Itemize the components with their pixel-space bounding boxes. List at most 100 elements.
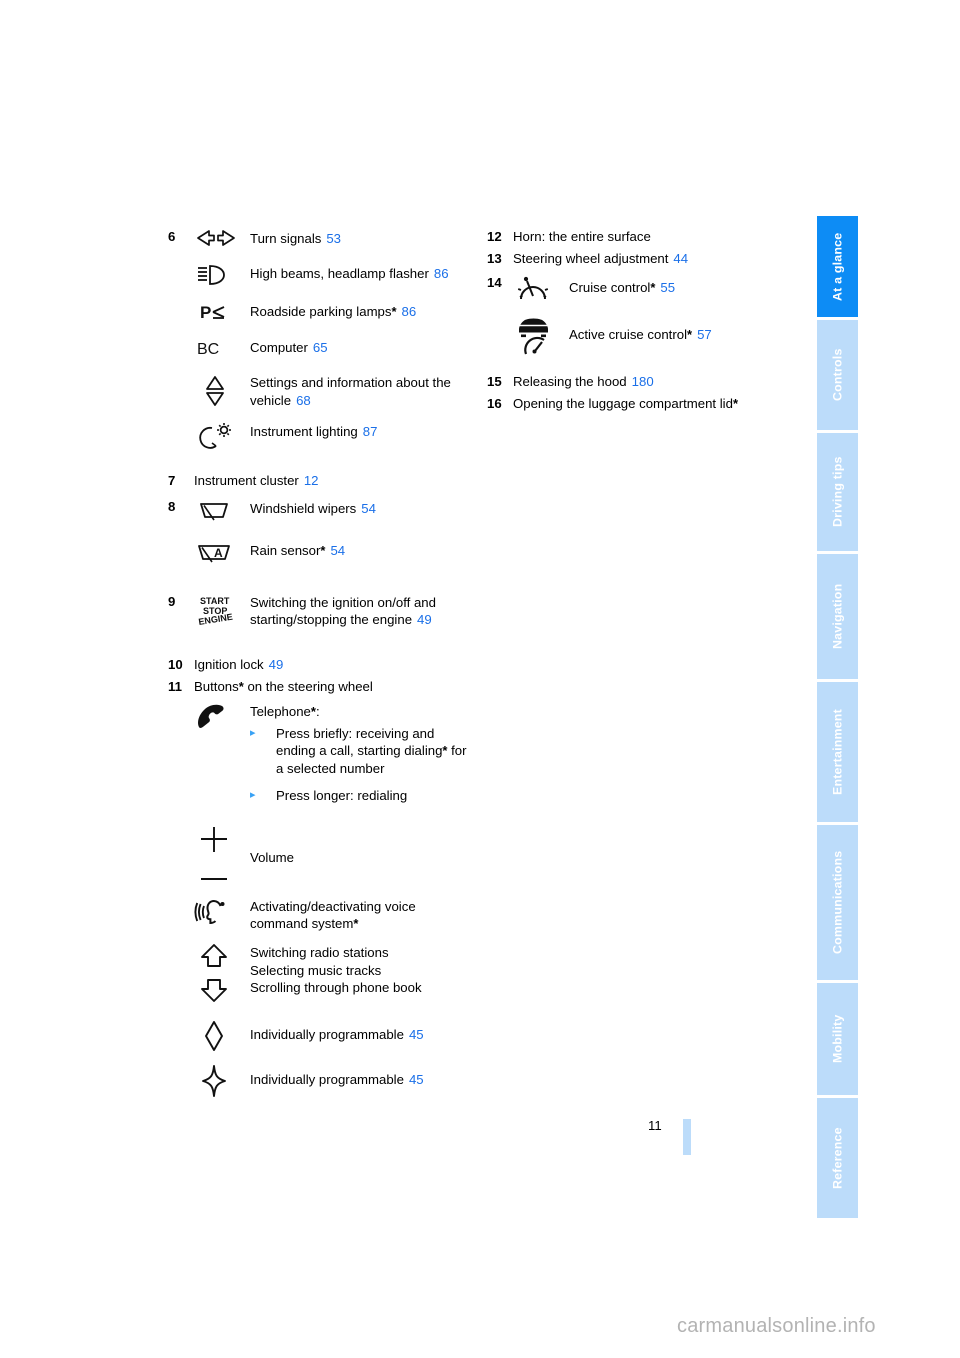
list-item-10: 10 Ignition lock 49: [168, 656, 468, 673]
entry-label: Computer 65: [250, 337, 468, 356]
cruise-control-icon: [513, 274, 569, 305]
page-ref[interactable]: 49: [417, 612, 432, 627]
page-ref[interactable]: 57: [697, 327, 712, 342]
windshield-wipers-icon: [194, 498, 250, 523]
tab-entertainment[interactable]: Entertainment: [817, 682, 858, 822]
list-item-9: 9 START STOP ENGINE Switching the igniti…: [168, 593, 468, 629]
entry-windshield-wipers: Windshield wipers 54: [194, 498, 468, 523]
entry-label: Volume: [250, 849, 294, 865]
label-text: Active cruise control: [569, 326, 687, 342]
label-text: Roadside parking lamps: [250, 304, 392, 320]
entry-label: Windshield wipers 54: [250, 498, 468, 517]
asterisk-mark: *: [320, 542, 326, 558]
entry-line: Selecting music tracks: [250, 962, 382, 978]
up-down-arrows-icon: [194, 944, 250, 1004]
tab-reference[interactable]: Reference: [817, 1098, 858, 1218]
label-tail: on the steering wheel: [243, 679, 373, 695]
tab-communications[interactable]: Communications: [817, 825, 858, 980]
asterisk-mark: *: [650, 279, 656, 295]
label-text: Settings and information about the vehic…: [250, 375, 451, 408]
item-number: 16: [487, 396, 502, 412]
entry-voice-command: Activating/deactivating voice command sy…: [168, 896, 468, 933]
start-stop-engine-icon: START STOP ENGINE: [194, 593, 250, 629]
diamond-icon: [194, 1020, 250, 1052]
settings-arrows-icon: [194, 372, 250, 408]
label-text: Steering wheel adjustment: [513, 251, 669, 267]
item-label: Buttons* on the steering wheel: [194, 678, 468, 695]
page-ref[interactable]: 68: [296, 393, 311, 408]
label-text: Cruise control: [569, 279, 651, 295]
parking-lamps-icon: P: [194, 301, 250, 322]
entry-instrument-lighting: Instrument lighting 87: [194, 421, 468, 449]
entry-start-stop-engine: START STOP ENGINE Switching the ignition…: [194, 593, 468, 629]
tab-controls[interactable]: Controls: [817, 320, 858, 430]
entry-high-beams: High beams, headlamp flasher 86: [194, 263, 468, 286]
tab-navigation[interactable]: Navigation: [817, 554, 858, 679]
page-ref[interactable]: 86: [434, 266, 449, 281]
page-ref[interactable]: 49: [269, 657, 284, 672]
entry-volume: Volume: [168, 825, 468, 887]
item-number: 11: [168, 679, 182, 695]
label-text: Instrument lighting: [250, 424, 358, 440]
tab-driving-tips[interactable]: Driving tips: [817, 433, 858, 551]
right-column: 12 Horn: the entire surface 13 Steering …: [487, 228, 787, 413]
svg-text:A: A: [214, 546, 223, 560]
tab-mobility[interactable]: Mobility: [817, 983, 858, 1095]
entry-line: Switching radio stations: [250, 945, 389, 961]
entry-label: Switching the ignition on/off and starti…: [250, 593, 468, 629]
page-ref[interactable]: 54: [330, 543, 345, 558]
label-text: Computer: [250, 340, 308, 356]
triangle-bullet-icon: ▸: [250, 726, 256, 739]
bullet-text: Press briefly: receiving and ending a ca…: [276, 725, 443, 759]
entry-label: Cruise control* 55: [569, 274, 787, 296]
page-ref[interactable]: 53: [326, 231, 341, 246]
entry-rain-sensor: A Rain sensor* 54: [194, 540, 468, 565]
entry-label: Individually programmable 45: [250, 1065, 468, 1088]
manual-page: 6 Turn signals 53 High beams, headlamp f…: [0, 0, 960, 1358]
item-number: 14: [487, 274, 502, 290]
label-text: Releasing the hood: [513, 373, 627, 389]
page-ref[interactable]: 54: [361, 501, 376, 516]
label-text: Turn signals: [250, 231, 322, 246]
entry-label: Instrument lighting 87: [250, 421, 468, 440]
list-item-6: 6 Turn signals 53 High beams, headlamp f…: [168, 228, 468, 449]
list-item-13: 13 Steering wheel adjustment 44: [487, 250, 787, 267]
rain-sensor-icon: A: [194, 540, 250, 565]
asterisk-mark: *: [687, 326, 693, 342]
entry-label: Roadside parking lamps* 86: [250, 301, 468, 320]
item-label: Instrument cluster 12: [194, 472, 468, 489]
label-text: Individually programmable: [250, 1027, 404, 1043]
page-ref[interactable]: 55: [660, 280, 675, 295]
turn-signals-icon: [194, 228, 250, 247]
entry-cruise-control: Cruise control* 55: [513, 274, 787, 305]
entry-label: Individually programmable 45: [250, 1020, 468, 1043]
computer-bc-icon: BC: [194, 337, 250, 358]
entry-programmable-diamond: Individually programmable 45: [168, 1020, 468, 1052]
entry-telephone: Telephone*: ▸ Press briefly: receiving a…: [168, 700, 468, 805]
label-text: Windshield wipers: [250, 500, 357, 516]
page-ref[interactable]: 12: [304, 473, 319, 488]
page-ref[interactable]: 65: [313, 340, 328, 355]
entry-label: Rain sensor* 54: [250, 540, 468, 559]
list-item-7: 7 Instrument cluster 12: [168, 472, 468, 489]
page-ref[interactable]: 44: [673, 251, 688, 266]
label-text: High beams, headlamp flasher: [250, 266, 429, 282]
asterisk-mark: *: [732, 396, 738, 412]
item-number: 15: [487, 373, 502, 389]
bullet-item: ▸ Press longer: redialing: [250, 787, 468, 804]
page-ref[interactable]: 87: [363, 424, 378, 439]
list-item-12: 12 Horn: the entire surface: [487, 228, 787, 245]
tab-at-a-glance[interactable]: At a glance: [817, 216, 858, 317]
entry-label: Active cruise control* 57: [569, 315, 787, 343]
page-ref[interactable]: 45: [409, 1072, 424, 1087]
label-text: Activating/deactivating voice command sy…: [250, 898, 416, 932]
page-ref[interactable]: 86: [402, 304, 417, 319]
label-text: Opening the luggage compartment lid: [513, 396, 733, 412]
page-ref[interactable]: 180: [632, 374, 654, 389]
page-ref[interactable]: 45: [409, 1027, 424, 1042]
item-label: Releasing the hood 180: [513, 373, 787, 390]
voice-command-icon: [194, 896, 250, 928]
entry-settings-info: Settings and information about the vehic…: [194, 372, 468, 409]
high-beams-icon: [194, 263, 250, 286]
item-label: Opening the luggage compartment lid*: [513, 395, 787, 412]
